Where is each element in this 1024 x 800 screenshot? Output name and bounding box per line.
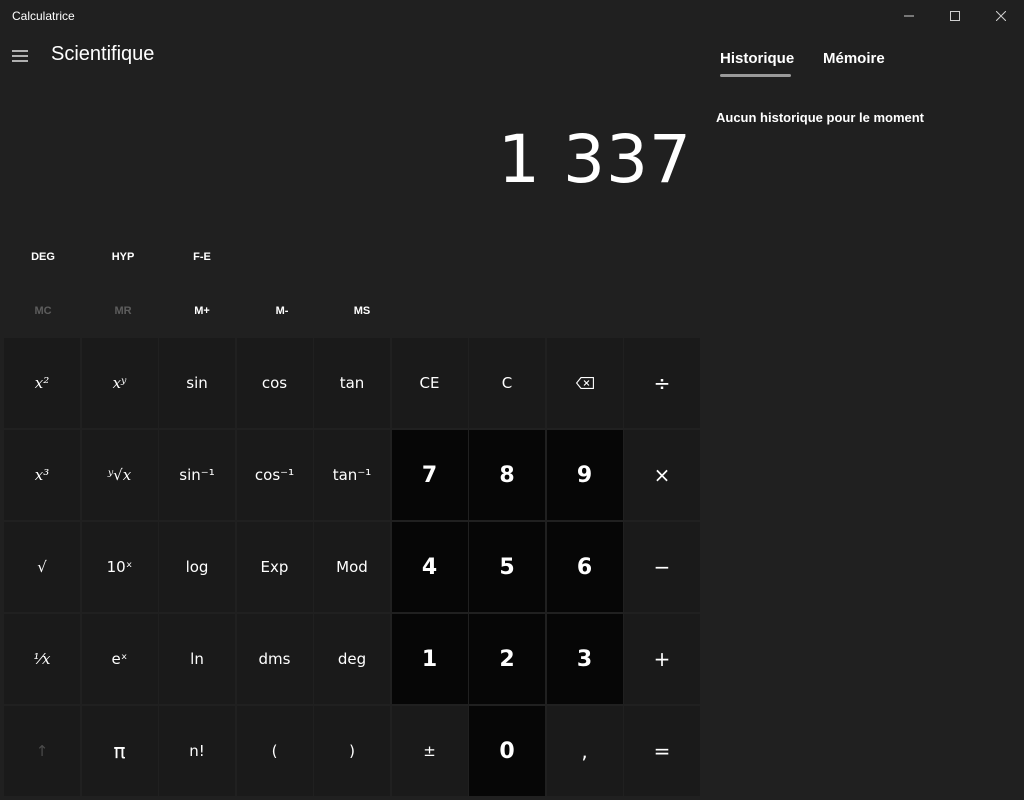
keypad: x² xʸ sin cos tan CE C ÷ x³ ʸ√x sin⁻¹ co… <box>4 338 700 796</box>
memory-subtract-button[interactable]: M- <box>243 298 321 324</box>
digit-7-button[interactable]: 7 <box>391 430 468 520</box>
title-bar: Calculatrice <box>0 0 1024 32</box>
fe-toggle[interactable]: F-E <box>163 244 241 270</box>
tan-button[interactable]: tan <box>314 338 390 428</box>
memory-store-button[interactable]: MS <box>323 298 401 324</box>
power-button[interactable]: xʸ <box>81 338 158 428</box>
multiply-button[interactable]: × <box>624 430 700 520</box>
app-title: Calculatrice <box>12 9 75 23</box>
negate-button[interactable]: ± <box>391 706 468 796</box>
digit-5-button[interactable]: 5 <box>469 522 545 612</box>
mode-title: Scientifique <box>51 43 155 65</box>
digit-3-button[interactable]: 3 <box>546 614 623 704</box>
deg-button[interactable]: deg <box>314 614 390 704</box>
digit-8-button[interactable]: 8 <box>469 430 545 520</box>
deg-toggle[interactable]: DEG <box>4 244 82 270</box>
divide-button[interactable]: ÷ <box>624 338 700 428</box>
cube-button[interactable]: x³ <box>4 430 80 520</box>
clear-entry-button[interactable]: CE <box>391 338 468 428</box>
memory-row: MC MR M+ M- MS <box>4 298 404 324</box>
digit-4-button[interactable]: 4 <box>391 522 468 612</box>
close-paren-button[interactable]: ) <box>314 706 390 796</box>
shift-button[interactable]: ↑ <box>4 706 80 796</box>
asin-button[interactable]: sin⁻¹ <box>159 430 235 520</box>
e-power-button[interactable]: eˣ <box>81 614 158 704</box>
angle-mode-row: DEG HYP F-E <box>4 244 404 270</box>
digit-1-button[interactable]: 1 <box>391 614 468 704</box>
subtract-button[interactable]: − <box>624 522 700 612</box>
digit-6-button[interactable]: 6 <box>546 522 623 612</box>
maximize-icon <box>950 11 960 21</box>
acos-button[interactable]: cos⁻¹ <box>236 430 313 520</box>
active-tab-indicator <box>720 74 791 77</box>
minimize-button[interactable] <box>886 0 932 32</box>
sqrt-button[interactable]: √ <box>4 522 80 612</box>
close-button[interactable] <box>978 0 1024 32</box>
tab-memory[interactable]: Mémoire <box>823 50 885 78</box>
mod-button[interactable]: Mod <box>314 522 390 612</box>
exp-button[interactable]: Exp <box>236 522 313 612</box>
ln-button[interactable]: ln <box>159 614 235 704</box>
sin-button[interactable]: sin <box>159 338 235 428</box>
yroot-button[interactable]: ʸ√x <box>81 430 158 520</box>
history-empty-message: Aucun historique pour le moment <box>716 110 925 125</box>
pi-button[interactable]: π <box>81 706 158 796</box>
backspace-icon <box>575 377 594 389</box>
digit-0-button[interactable]: 0 <box>469 706 545 796</box>
result-display: 1 337 <box>498 121 692 198</box>
square-button[interactable]: x² <box>4 338 80 428</box>
maximize-button[interactable] <box>932 0 978 32</box>
history-panel: Historique Mémoire Aucun historique pour… <box>700 32 1024 800</box>
menu-button[interactable] <box>4 40 36 72</box>
digit-2-button[interactable]: 2 <box>469 614 545 704</box>
factorial-button[interactable]: n! <box>159 706 235 796</box>
log-button[interactable]: log <box>159 522 235 612</box>
hamburger-icon <box>12 50 28 62</box>
memory-clear-button[interactable]: MC <box>4 298 82 324</box>
digit-9-button[interactable]: 9 <box>546 430 623 520</box>
hyp-toggle[interactable]: HYP <box>84 244 162 270</box>
memory-recall-button[interactable]: MR <box>84 298 162 324</box>
memory-add-button[interactable]: M+ <box>163 298 241 324</box>
close-icon <box>996 11 1006 21</box>
equals-button[interactable]: = <box>624 706 700 796</box>
cos-button[interactable]: cos <box>236 338 313 428</box>
clear-button[interactable]: C <box>469 338 545 428</box>
open-paren-button[interactable]: ( <box>236 706 313 796</box>
add-button[interactable]: + <box>624 614 700 704</box>
atan-button[interactable]: tan⁻¹ <box>314 430 390 520</box>
decimal-button[interactable]: , <box>546 706 623 796</box>
dms-button[interactable]: dms <box>236 614 313 704</box>
reciprocal-button[interactable]: ¹⁄x <box>4 614 80 704</box>
minimize-icon <box>904 15 914 17</box>
backspace-button[interactable] <box>546 338 623 428</box>
ten-power-button[interactable]: 10ˣ <box>81 522 158 612</box>
